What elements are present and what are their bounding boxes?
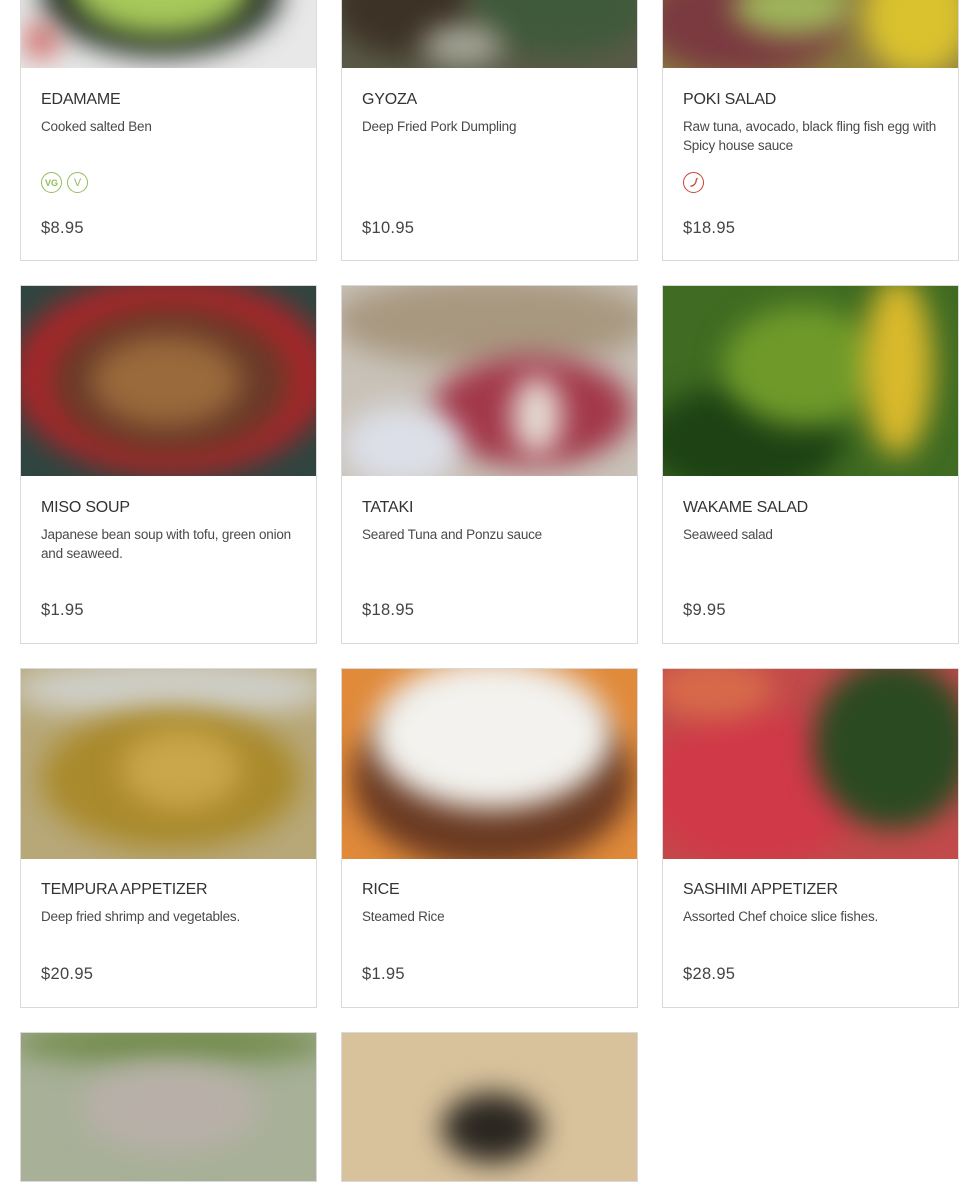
item-price: $1.95 bbox=[362, 965, 405, 983]
menu-card-wakame-salad[interactable]: WAKAME SALAD Seaweed salad $9.95 bbox=[662, 285, 959, 644]
item-title: POKI SALAD bbox=[683, 91, 777, 108]
item-price: $20.95 bbox=[41, 965, 94, 983]
item-description: Raw tuna, avocado, black fling fish egg … bbox=[683, 119, 937, 153]
vegetarian-badge-icon: V bbox=[67, 172, 88, 193]
menu-card-edamame[interactable]: EDAMAME Cooked salted Ben VG V $8.95 bbox=[20, 0, 317, 261]
menu-card-tempura-appetizer[interactable]: TEMPURA APPETIZER Deep fried shrimp and … bbox=[20, 668, 317, 1008]
chili-pepper-icon bbox=[683, 172, 704, 193]
item-title: TEMPURA APPETIZER bbox=[41, 881, 208, 898]
item-price: $18.95 bbox=[362, 601, 415, 619]
menu-card-partial-2[interactable] bbox=[341, 1032, 638, 1182]
menu-card-tataki[interactable]: TATAKI Seared Tuna and Ponzu sauce $18.9… bbox=[341, 285, 638, 644]
rice-photo bbox=[342, 669, 637, 859]
menu-card-partial-1[interactable] bbox=[20, 1032, 317, 1182]
dietary-badges: VG V bbox=[41, 172, 88, 193]
menu-card-rice[interactable]: RICE Steamed Rice $1.95 bbox=[341, 668, 638, 1008]
item-title: GYOZA bbox=[362, 91, 418, 108]
item-description: Cooked salted Ben bbox=[41, 119, 152, 134]
item-title: MISO SOUP bbox=[41, 499, 130, 516]
wakame-salad-photo bbox=[663, 286, 958, 476]
item-description: Steamed Rice bbox=[362, 909, 445, 924]
item-description: Assorted Chef choice slice fishes. bbox=[683, 909, 879, 924]
menu-card-poki-salad[interactable]: POKI SALAD Raw tuna, avocado, black flin… bbox=[662, 0, 959, 261]
menu-item-photo bbox=[342, 1033, 637, 1181]
item-price: $8.95 bbox=[41, 219, 84, 237]
item-title: SASHIMI APPETIZER bbox=[683, 881, 838, 898]
menu-card-sashimi-appetizer[interactable]: SASHIMI APPETIZER Assorted Chef choice s… bbox=[662, 668, 959, 1008]
item-description: Japanese bean soup with tofu, green onio… bbox=[41, 527, 291, 561]
tempura-appetizer-photo bbox=[21, 669, 316, 859]
poki-salad-photo bbox=[663, 0, 958, 68]
vegan-badge-icon: VG bbox=[41, 172, 62, 193]
item-description: Seared Tuna and Ponzu sauce bbox=[362, 527, 542, 542]
item-description: Deep fried shrimp and vegetables. bbox=[41, 909, 241, 924]
gyoza-photo bbox=[342, 0, 637, 68]
item-title: RICE bbox=[362, 881, 400, 898]
tataki-photo bbox=[342, 286, 637, 476]
item-price: $9.95 bbox=[683, 601, 726, 619]
item-price: $28.95 bbox=[683, 965, 736, 983]
edamame-photo bbox=[21, 0, 316, 68]
menu-card-gyoza[interactable]: GYOZA Deep Fried Pork Dumpling $10.95 bbox=[341, 0, 638, 261]
sashimi-appetizer-photo bbox=[663, 669, 958, 859]
menu-item-photo bbox=[21, 1033, 316, 1181]
item-price: $1.95 bbox=[41, 601, 84, 619]
item-description: Deep Fried Pork Dumpling bbox=[362, 119, 517, 134]
item-price: $18.95 bbox=[683, 219, 736, 237]
item-title: EDAMAME bbox=[41, 91, 121, 108]
item-title: WAKAME SALAD bbox=[683, 499, 809, 516]
item-description: Seaweed salad bbox=[683, 527, 773, 542]
item-price: $10.95 bbox=[362, 219, 415, 237]
menu-card-miso-soup[interactable]: MISO SOUP Japanese bean soup with tofu, … bbox=[20, 285, 317, 644]
dietary-badges bbox=[683, 172, 704, 193]
miso-soup-photo bbox=[21, 286, 316, 476]
item-title: TATAKI bbox=[362, 499, 414, 516]
